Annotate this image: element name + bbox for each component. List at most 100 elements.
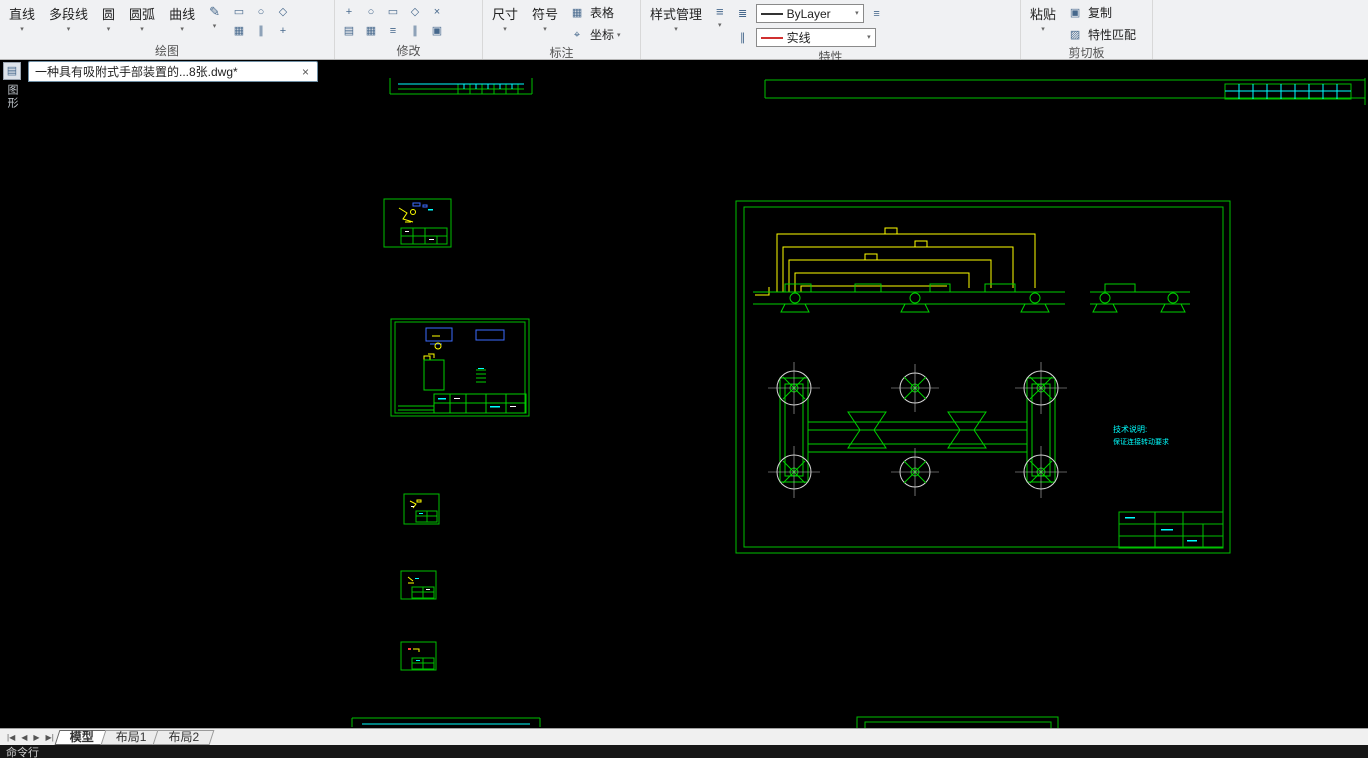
arc-button[interactable]: 圆弧 ▾	[124, 0, 160, 34]
side-view	[753, 283, 1190, 313]
side-toolbar-label[interactable]: 图形	[4, 84, 20, 110]
spline-button[interactable]: 曲线 ▾	[164, 0, 200, 34]
draw-tool-icon[interactable]: ○	[251, 4, 271, 20]
layer-tools-icon[interactable]: ≡	[867, 6, 887, 22]
pencil-icon: ✎	[209, 4, 220, 19]
layers-icon[interactable]: ≣	[733, 6, 753, 22]
chevron-down-icon[interactable]: ▾	[107, 26, 111, 34]
line-button[interactable]: 直线 ▾	[4, 0, 40, 34]
coordinate-icon: ⌖	[573, 28, 581, 41]
chevron-down-icon[interactable]: ▾	[67, 26, 71, 34]
modify-tool-grid: + ▤ ○ ▦ ▭ ≡ ◇ ∥ × ▣	[339, 0, 447, 41]
style-list-button[interactable]: ≡ ▾	[711, 0, 729, 30]
modify-tool-icon[interactable]: ▭	[383, 4, 403, 20]
paste-button[interactable]: 粘贴 ▾	[1025, 0, 1061, 34]
modify-tool-icon[interactable]: ◇	[405, 4, 425, 20]
chevron-down-icon[interactable]: ▾	[20, 26, 24, 34]
chevron-down-icon[interactable]: ▾	[617, 32, 621, 40]
tab-layout1[interactable]: 布局1	[103, 730, 160, 745]
chevron-down-icon[interactable]: ▾	[213, 23, 217, 31]
draw-tool-icon[interactable]: ▦	[229, 23, 249, 39]
file-tab[interactable]: 一种具有吸附式手部装置的...8张.dwg* ×	[28, 61, 318, 82]
ribbon-panel-annotate: 尺寸 ▾ 符号 ▾ ▦ 表格 ⌖ 坐标 ▾ 标注	[483, 0, 641, 60]
sheet-border	[735, 200, 1231, 554]
draw-tool-icon[interactable]: ◇	[273, 4, 293, 20]
ribbon-filler	[1153, 0, 1368, 59]
modify-tool-icon[interactable]: +	[339, 4, 359, 20]
ribbon-panel-clipboard: 粘贴 ▾ ▣ 复制 ▨ 特性匹配 剪切板	[1021, 0, 1153, 60]
tab-model[interactable]: 模型	[57, 730, 107, 745]
ribbon: 直线 ▾ 多段线 ▾ 圆 ▾ 圆弧 ▾ 曲线 ▾ ✎ ▾ ▭ ▦ ○ ∥ ◇ +…	[0, 0, 1368, 64]
chevron-down-icon[interactable]: ▾	[1041, 26, 1045, 34]
ribbon-panel-draw: 直线 ▾ 多段线 ▾ 圆 ▾ 圆弧 ▾ 曲线 ▾ ✎ ▾ ▭ ▦ ○ ∥ ◇ +…	[0, 0, 335, 59]
sketch-button[interactable]: ✎ ▾	[204, 0, 225, 31]
previous-sheet-button[interactable]: ◀	[18, 733, 30, 742]
draw-tool-icon[interactable]: ∥	[251, 23, 271, 39]
cad-app-window: 直线 ▾ 多段线 ▾ 圆 ▾ 圆弧 ▾ 曲线 ▾ ✎ ▾ ▭ ▦ ○ ∥ ◇ +…	[0, 0, 1368, 758]
model-canvas[interactable]: ▤ 图形 一种具有吸附式手部装置的...8张.dwg* × 技术说明: 保证连接…	[0, 60, 1368, 728]
tech-note-title: 技术说明:	[1113, 424, 1147, 434]
table-button[interactable]: ▦ 表格	[567, 4, 621, 21]
chevron-down-icon: ▾	[855, 9, 859, 17]
drawing-sheet-bottom-partial-1[interactable]	[350, 717, 542, 727]
drawing-sheet-assembly[interactable]: 技术说明: 保证连接转动要求	[735, 200, 1232, 555]
drawing-sheet-tiny-1[interactable]	[403, 493, 440, 525]
chevron-down-icon[interactable]: ▾	[503, 26, 507, 34]
tab-layout2[interactable]: 布局2	[155, 730, 212, 745]
modify-tool-icon[interactable]: ×	[427, 4, 447, 20]
chevron-down-icon[interactable]: ▾	[140, 26, 144, 34]
chevron-down-icon[interactable]: ▾	[543, 26, 547, 34]
drawing-sheet-top-partial[interactable]	[388, 78, 534, 96]
next-sheet-button[interactable]: ▶	[30, 733, 42, 742]
linetype-combobox[interactable]: 实线 ▾	[755, 28, 876, 47]
panel-label-draw: 绘图	[154, 44, 179, 58]
drawing-sheet-small-1[interactable]	[383, 198, 452, 248]
first-sheet-button[interactable]: |◀	[4, 733, 18, 742]
copy-icon: ▣	[1069, 6, 1081, 19]
layer-combobox[interactable]: ByLayer ▾	[755, 4, 864, 23]
draw-tool-icon[interactable]: ▭	[229, 4, 249, 20]
list-icon: ≡	[716, 4, 724, 19]
drawing-sheet-tiny-2[interactable]	[400, 570, 437, 600]
ribbon-panel-properties: 样式管理 ▾ ≡ ▾ ≣ ByLayer ▾ ≡ ∥ 实线 ▾ 特性	[641, 0, 1021, 64]
front-view	[768, 362, 1067, 498]
ribbon-panel-modify: + ▤ ○ ▦ ▭ ≡ ◇ ∥ × ▣ 修改	[335, 0, 483, 59]
last-sheet-button[interactable]: ▶|	[43, 733, 57, 742]
chevron-down-icon[interactable]: ▾	[180, 26, 184, 34]
close-icon[interactable]: ×	[300, 65, 311, 79]
command-line[interactable]: 命令行	[0, 745, 1368, 758]
panel-label-modify: 修改	[396, 44, 421, 58]
drawing-sheet-tiny-3[interactable]	[400, 641, 437, 671]
drawing-sheet-topright-partial[interactable]	[745, 78, 1368, 105]
polyline-button[interactable]: 多段线 ▾	[44, 0, 93, 34]
match-properties-button[interactable]: ▨ 特性匹配	[1065, 26, 1136, 43]
modify-tool-icon[interactable]: ▦	[361, 23, 381, 39]
copy-button[interactable]: ▣ 复制	[1065, 4, 1136, 21]
tech-note-line: 保证连接转动要求	[1113, 437, 1169, 446]
side-toolbar: ▤ 图形	[2, 62, 22, 110]
modify-tool-icon[interactable]: ▣	[427, 23, 447, 39]
modify-tool-icon[interactable]: ∥	[405, 23, 425, 39]
style-manager-button[interactable]: 样式管理 ▾	[645, 0, 707, 34]
draw-tool-icon[interactable]: +	[273, 23, 293, 39]
linetype-icon[interactable]: ∥	[733, 30, 753, 46]
command-prompt: 命令行	[6, 746, 39, 758]
modify-tool-icon[interactable]: ○	[361, 4, 381, 20]
layer-line-sample	[760, 12, 783, 15]
drawing-sheet-bottom-partial-2[interactable]	[855, 715, 1060, 728]
drawing-sheet-medium[interactable]	[390, 318, 530, 417]
modify-tool-icon[interactable]: ▤	[339, 23, 359, 39]
coordinate-button[interactable]: ⌖ 坐标 ▾	[567, 26, 621, 43]
leader-cascade	[755, 227, 1036, 296]
file-tab-title: 一种具有吸附式手部装置的...8张.dwg*	[35, 65, 238, 79]
dimension-button[interactable]: 尺寸 ▾	[487, 0, 523, 34]
sheet-tab-bar: |◀ ◀ ▶ ▶| 模型 布局1 布局2	[0, 728, 1368, 745]
chevron-down-icon: ▾	[867, 33, 871, 41]
chevron-down-icon[interactable]: ▾	[718, 22, 722, 30]
palette-icon[interactable]: ▤	[3, 62, 21, 80]
chevron-down-icon[interactable]: ▾	[674, 26, 678, 34]
symbol-button[interactable]: 符号 ▾	[527, 0, 563, 34]
circle-button[interactable]: 圆 ▾	[97, 0, 120, 34]
modify-tool-icon[interactable]: ≡	[383, 23, 403, 39]
table-icon: ▦	[571, 6, 583, 19]
